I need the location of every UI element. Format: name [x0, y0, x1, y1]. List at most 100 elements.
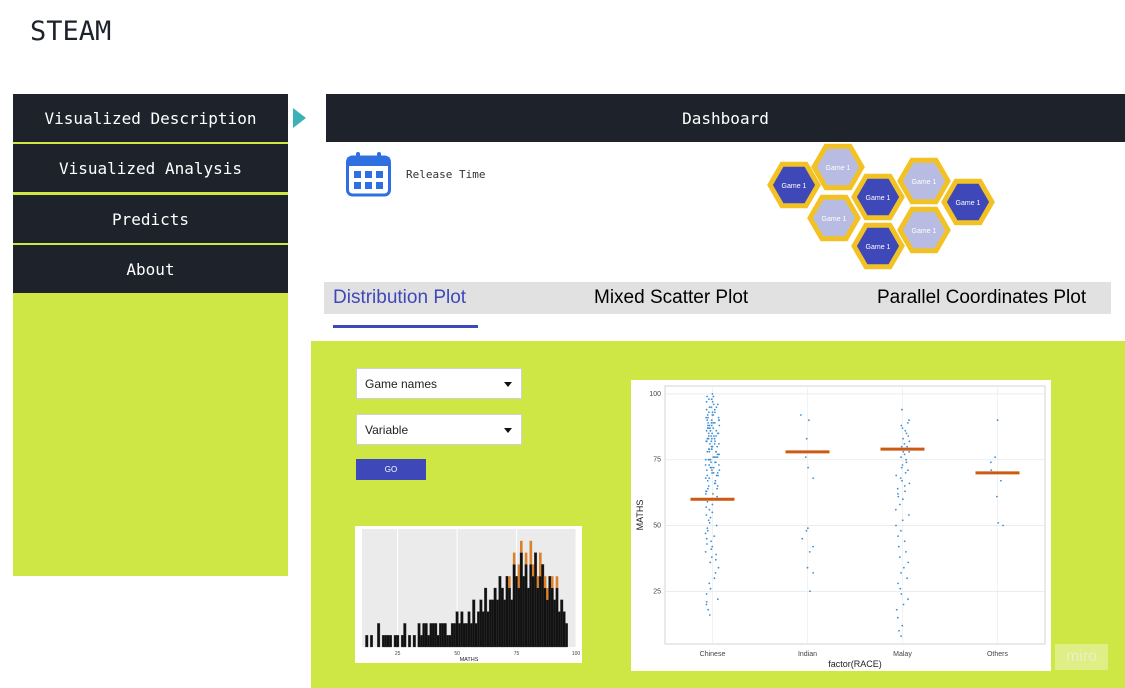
scatter-point	[717, 416, 720, 419]
scatter-point	[706, 414, 709, 416]
active-tab-underline	[333, 325, 478, 328]
scatter-point	[897, 582, 899, 585]
scatter-point	[718, 443, 720, 445]
scatter-point	[711, 411, 714, 414]
histogram-bar	[467, 611, 471, 648]
histogram-bar	[381, 635, 385, 648]
histogram-bar	[538, 576, 542, 648]
histogram-bar-highlight	[517, 564, 521, 588]
scatter-point	[716, 472, 719, 474]
scatter-point	[715, 406, 718, 408]
scatter-point	[705, 603, 708, 606]
scatter-point	[706, 543, 708, 545]
sidebar-item-visualized-analysis[interactable]: Visualized Analysis	[13, 144, 288, 192]
histogram-bar	[560, 599, 564, 648]
scatter-point	[715, 450, 718, 453]
histogram-bar	[408, 635, 412, 648]
game-hex-7: Game 1	[897, 206, 951, 254]
scatter-point	[718, 469, 721, 472]
scatter-point	[705, 400, 708, 403]
histogram-bar-highlight	[512, 552, 516, 565]
histogram-bar	[565, 623, 568, 648]
scatter-point	[708, 508, 711, 511]
scatter-point	[710, 556, 713, 558]
scatter-point	[712, 422, 715, 424]
scatter-point	[903, 443, 906, 445]
histogram-bar	[434, 623, 438, 648]
tab-distribution-plot[interactable]: Distribution Plot	[333, 287, 466, 309]
scatter-point	[705, 408, 708, 411]
scatter-point	[707, 432, 710, 435]
scatter-point	[710, 419, 713, 422]
scatter-point	[715, 435, 717, 437]
histogram-bar	[484, 587, 488, 648]
histogram-tick-label: 100	[572, 651, 581, 657]
sidebar-item-label: Visualized Analysis	[58, 158, 243, 178]
histogram-bar	[550, 587, 554, 648]
scatter-point	[908, 419, 910, 422]
scatter-point	[711, 503, 714, 506]
scatter-point	[704, 493, 707, 495]
scatter-point	[708, 398, 710, 401]
scatter-point	[908, 482, 911, 485]
scatter-point	[898, 556, 901, 558]
histogram-bar	[557, 611, 561, 648]
scatter-point	[705, 514, 708, 516]
scatter-point	[714, 440, 716, 443]
histogram-bar	[460, 611, 464, 648]
app-title: STEAM	[30, 16, 112, 47]
histogram-bar	[472, 599, 476, 648]
histogram-bar	[400, 635, 404, 648]
go-button[interactable]: GO	[356, 459, 426, 480]
histogram-bar	[419, 635, 423, 648]
histogram-bar	[553, 599, 557, 648]
scatter-point	[704, 464, 707, 466]
scatter-point	[705, 537, 708, 540]
histogram-bar-highlight	[543, 576, 547, 588]
scatter-point	[710, 398, 713, 401]
tab-mixed-scatter-plot[interactable]: Mixed Scatter Plot	[594, 287, 748, 309]
variable-select[interactable]: Variable	[356, 414, 522, 445]
scatter-point	[712, 403, 715, 406]
histogram-bar	[384, 635, 388, 648]
sidebar-item-label: Visualized Description	[44, 108, 257, 128]
scatter-y-tick-label: 100	[649, 391, 661, 398]
scatter-point	[805, 437, 808, 440]
histogram-bar-highlight	[529, 540, 533, 565]
game-hex-5: Game 1	[941, 178, 995, 226]
scatter-point	[714, 558, 717, 561]
scatter-point	[996, 495, 998, 498]
scatter-point	[903, 485, 906, 487]
histogram-bar	[507, 587, 511, 648]
scatter-point	[800, 414, 802, 416]
histogram-bar	[529, 564, 533, 648]
scatter-point	[900, 466, 903, 469]
tab-parallel-coordinates-plot[interactable]: Parallel Coordinates Plot	[877, 287, 1086, 309]
histogram-bar	[500, 587, 504, 648]
scatter-point	[706, 529, 709, 532]
sidebar-item-about[interactable]: About	[13, 245, 288, 293]
scatter-point	[707, 424, 709, 427]
scatter-point	[712, 427, 715, 429]
game-hex-1: Game 1	[767, 161, 821, 209]
scatter-point	[707, 437, 710, 440]
histogram-bar	[522, 576, 526, 648]
scatter-point	[717, 474, 719, 477]
scatter-y-tick-label: 50	[653, 523, 661, 530]
game-names-select[interactable]: Game names	[356, 368, 522, 399]
scatter-point	[900, 456, 902, 458]
scatter-point	[716, 487, 718, 490]
scatter-point	[711, 472, 713, 474]
scatter-point	[904, 490, 906, 493]
histogram-bar	[474, 623, 478, 648]
scatter-point	[710, 466, 713, 469]
scatter-point	[707, 422, 709, 424]
scatter-point	[908, 450, 910, 453]
sidebar-item-visualized-description[interactable]: Visualized Description	[13, 94, 288, 142]
scatter-point	[704, 532, 707, 535]
histogram-bar	[543, 587, 547, 648]
sidebar-item-predicts[interactable]: Predicts	[13, 195, 288, 243]
scatter-point	[907, 469, 909, 472]
scatter-point	[706, 419, 709, 422]
scatter-point	[905, 458, 907, 461]
